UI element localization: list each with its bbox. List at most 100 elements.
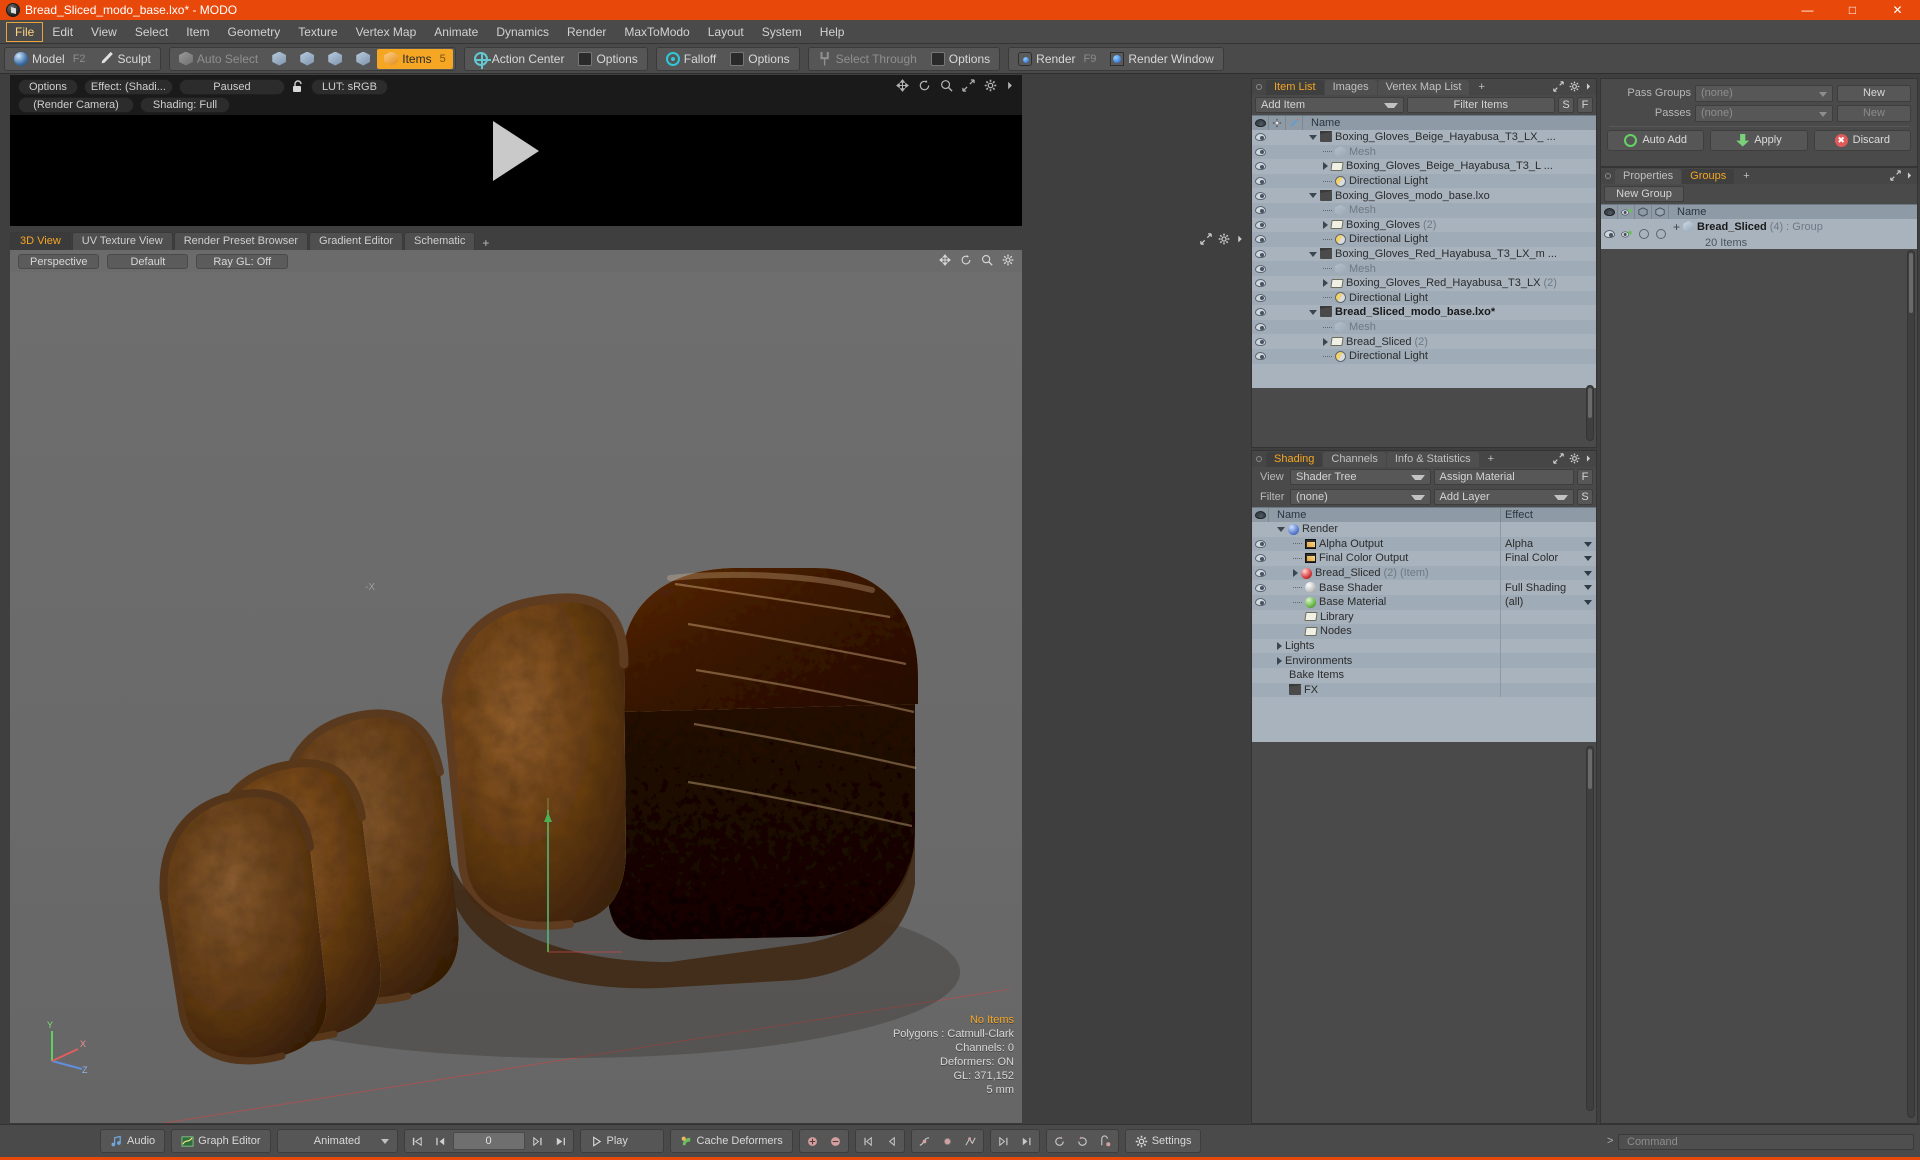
row-visible-toggle[interactable]: [1618, 219, 1635, 249]
row-render-toggle[interactable]: [1286, 174, 1303, 189]
row-eye-toggle[interactable]: [1252, 291, 1269, 306]
render-button[interactable]: Render F9: [1011, 49, 1103, 69]
col-render-icon[interactable]: [1286, 116, 1303, 130]
col-lock-icon[interactable]: [1269, 116, 1286, 130]
row-render-toggle[interactable]: [1286, 188, 1303, 203]
item-list-row[interactable]: Boxing_Gloves (2): [1252, 217, 1596, 233]
panel-menu-dot[interactable]: [1256, 456, 1262, 462]
row-lock-toggle[interactable]: [1269, 159, 1286, 174]
item-list-row[interactable]: Bread_Sliced (2): [1252, 334, 1596, 349]
row-eye-toggle[interactable]: [1252, 551, 1269, 566]
cycle-button[interactable]: [1049, 1131, 1070, 1151]
rotate-icon[interactable]: [960, 254, 972, 266]
row-eye-toggle[interactable]: [1252, 174, 1269, 189]
pass-groups-new-button[interactable]: New: [1837, 84, 1911, 102]
new-group-button[interactable]: New Group: [1604, 186, 1684, 202]
row-render-toggle[interactable]: [1286, 261, 1303, 276]
viewport-raygl-button[interactable]: Ray GL: Off: [196, 253, 289, 269]
menu-item-file[interactable]: File: [6, 21, 44, 42]
row-eye-toggle[interactable]: [1252, 668, 1269, 683]
tab-item-list[interactable]: Item List: [1266, 79, 1324, 95]
first-frame-button[interactable]: [407, 1131, 428, 1151]
item-list-row[interactable]: Mesh: [1252, 202, 1596, 218]
falloff-button[interactable]: Falloff: [659, 49, 723, 69]
col-shade-icon[interactable]: [1635, 205, 1652, 219]
audio-button[interactable]: Audio: [103, 1131, 162, 1151]
chevron-down-icon[interactable]: [1309, 193, 1317, 199]
row-lock-toggle[interactable]: [1269, 145, 1286, 160]
row-lock-toggle[interactable]: [1269, 188, 1286, 203]
pass-groups-dropdown[interactable]: (none): [1695, 84, 1833, 102]
groups-scrollbar[interactable]: [1907, 250, 1915, 1118]
shading-f-button[interactable]: F: [1577, 469, 1593, 485]
shading-row[interactable]: Base Material (all): [1252, 594, 1596, 610]
shading-row[interactable]: Render: [1252, 522, 1596, 537]
chevron-down-icon[interactable]: [1309, 309, 1317, 315]
row-lock-toggle[interactable]: [1269, 305, 1286, 320]
menu-item-geometry[interactable]: Geometry: [219, 22, 290, 42]
row-lock-toggle[interactable]: [1269, 291, 1286, 306]
preview-paused-button[interactable]: Paused: [178, 79, 285, 95]
shading-row[interactable]: Alpha Output Alpha: [1252, 536, 1596, 552]
value-button[interactable]: [937, 1131, 958, 1151]
row-render-toggle[interactable]: [1286, 247, 1303, 262]
row-shade-toggle[interactable]: [1635, 219, 1652, 249]
row-eye-toggle[interactable]: [1252, 624, 1269, 639]
groups-row[interactable]: + Bread_Sliced (4): Group 20 Items: [1601, 219, 1917, 249]
row-eye-toggle[interactable]: [1252, 349, 1269, 364]
command-input[interactable]: Command: [1618, 1134, 1914, 1150]
minimize-button[interactable]: —: [1785, 0, 1830, 20]
tab-properties[interactable]: Properties: [1615, 168, 1682, 184]
animated-dropdown[interactable]: Animated: [280, 1131, 395, 1151]
shading-row[interactable]: Final Color Output Final Color: [1252, 551, 1596, 566]
shading-row[interactable]: Bake Items: [1252, 667, 1596, 683]
shading-row-effect-cell[interactable]: Full Shading: [1500, 580, 1596, 595]
gear-icon[interactable]: [1569, 81, 1580, 92]
item-list-row[interactable]: Directional Light: [1252, 290, 1596, 306]
item-list-row[interactable]: Directional Light: [1252, 232, 1596, 247]
item-list-row[interactable]: Boxing_Gloves_Beige_Hayabusa_T3_L ...: [1252, 159, 1596, 174]
viewport-3d[interactable]: Perspective Default Ray GL: Off -X Y Z X…: [10, 250, 1022, 1148]
tab-channels[interactable]: Channels: [1323, 451, 1386, 467]
preview-play-icon[interactable]: [493, 121, 539, 181]
chevron-right-icon[interactable]: [1006, 79, 1014, 92]
fit-icon[interactable]: [962, 79, 975, 92]
action-center-button[interactable]: Action Center: [467, 49, 572, 69]
row-eye-toggle[interactable]: [1252, 203, 1269, 218]
row-lock-toggle[interactable]: [1269, 334, 1286, 349]
graph-editor-button[interactable]: Graph Editor: [174, 1131, 267, 1151]
row-eye-toggle[interactable]: [1252, 159, 1269, 174]
shading-row-effect-cell[interactable]: Alpha: [1500, 536, 1596, 552]
col-visible-icon[interactable]: [1618, 205, 1635, 219]
curve-button[interactable]: [914, 1131, 935, 1151]
menu-item-select[interactable]: Select: [126, 22, 177, 42]
row-lock-toggle[interactable]: [1269, 320, 1286, 335]
prev-frame-button[interactable]: [430, 1131, 451, 1151]
shading-row[interactable]: Library: [1252, 609, 1596, 625]
row-wire-toggle[interactable]: [1652, 219, 1669, 249]
chevron-right-icon[interactable]: [1323, 220, 1328, 229]
chevron-right-icon[interactable]: [1323, 162, 1328, 171]
expand-icon[interactable]: [1890, 170, 1901, 181]
shading-row[interactable]: Bread_Sliced (2) (Item): [1252, 565, 1596, 581]
row-eye-toggle[interactable]: [1252, 610, 1269, 625]
row-eye-toggle[interactable]: [1252, 145, 1269, 160]
row-render-toggle[interactable]: [1286, 276, 1303, 291]
preview-effect-button[interactable]: Effect: (Shadi...: [83, 79, 173, 95]
row-eye-toggle[interactable]: [1252, 334, 1269, 349]
shading-row[interactable]: FX: [1252, 682, 1596, 698]
chevron-down-icon[interactable]: [1309, 134, 1317, 140]
shading-row-effect-cell[interactable]: (all): [1500, 594, 1596, 610]
menu-item-help[interactable]: Help: [811, 22, 854, 42]
move-icon[interactable]: [939, 254, 951, 266]
filter-dropdown[interactable]: (none): [1290, 489, 1431, 505]
transform-gizmo[interactable]: [530, 792, 650, 962]
viewport-perspective-button[interactable]: Perspective: [18, 253, 100, 269]
cache-deformers-button[interactable]: Cache Deformers: [673, 1131, 790, 1151]
shading-row-effect-cell[interactable]: [1500, 565, 1596, 581]
passes-new-button[interactable]: New: [1837, 104, 1911, 122]
chevron-right-icon[interactable]: [1585, 81, 1592, 92]
chevron-down-icon[interactable]: [1309, 251, 1317, 257]
menu-item-dynamics[interactable]: Dynamics: [487, 22, 558, 42]
row-render-toggle[interactable]: [1286, 320, 1303, 335]
